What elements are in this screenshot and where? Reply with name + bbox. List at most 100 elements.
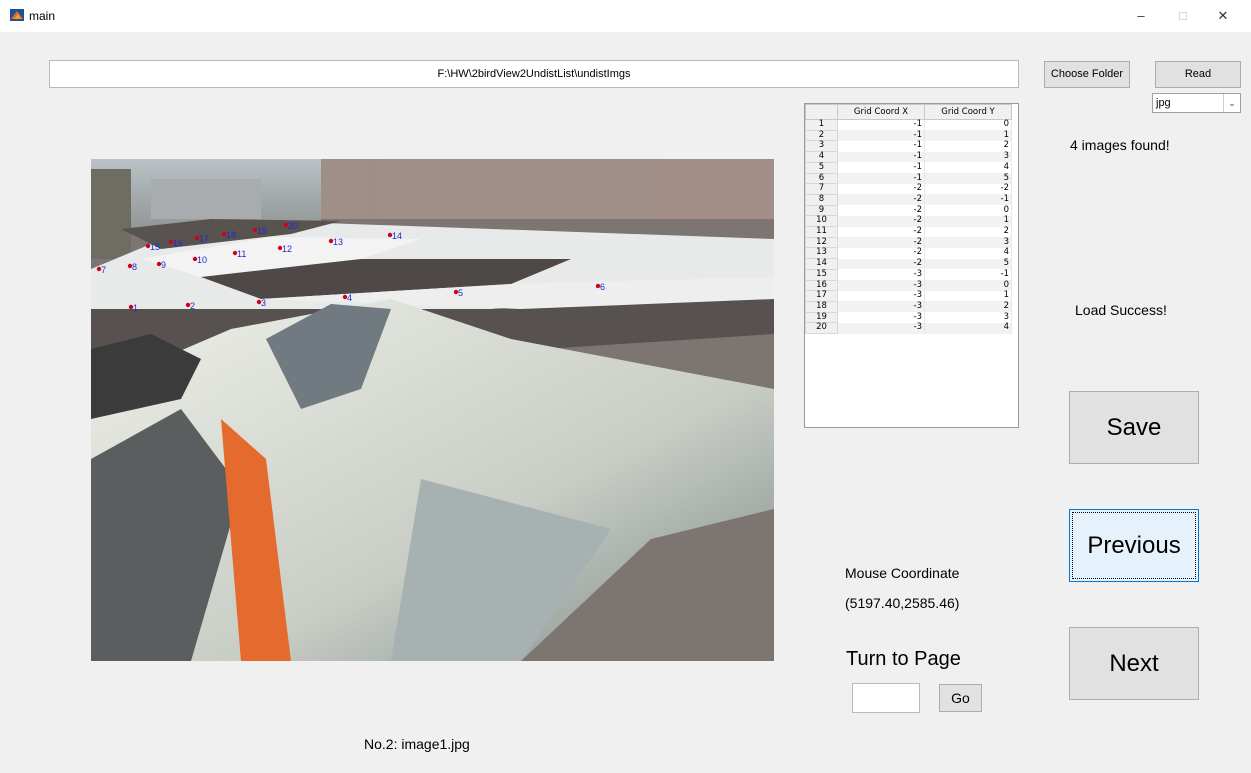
row-header[interactable]: 16 — [805, 279, 838, 292]
cell-grid-x[interactable]: -1 — [837, 162, 925, 174]
table-row[interactable]: 6 -1 5 — [805, 172, 1012, 185]
row-header[interactable]: 20 — [805, 322, 838, 335]
table-row[interactable]: 5 -1 4 — [805, 161, 1012, 174]
cell-grid-y[interactable]: 5 — [924, 173, 1012, 184]
choose-folder-button[interactable]: Choose Folder — [1044, 61, 1130, 88]
cell-grid-y[interactable]: 1 — [924, 291, 1012, 302]
cell-grid-x[interactable]: -2 — [837, 258, 925, 270]
table-row[interactable]: 14 -2 5 — [805, 258, 1012, 270]
table-row[interactable]: 8 -2 -1 — [805, 193, 1012, 206]
page-number-input[interactable] — [852, 683, 920, 713]
maximize-button[interactable]: □ — [1166, 4, 1200, 28]
table-row[interactable]: 17 -3 1 — [805, 290, 1012, 302]
cell-grid-x[interactable]: -3 — [837, 291, 925, 302]
cell-grid-y[interactable]: 4 — [924, 323, 1012, 334]
cell-grid-x[interactable]: -3 — [837, 280, 925, 291]
cell-grid-y[interactable]: -1 — [924, 194, 1012, 206]
cell-grid-y[interactable]: -2 — [924, 183, 1012, 195]
previous-button[interactable]: Previous — [1069, 509, 1199, 582]
cell-grid-x[interactable]: -2 — [837, 248, 925, 259]
close-button[interactable]: ✕ — [1206, 4, 1240, 28]
table-row[interactable]: 10 -2 1 — [805, 215, 1012, 228]
row-header[interactable]: 12 — [805, 236, 838, 249]
cell-grid-y[interactable]: 3 — [924, 151, 1012, 163]
table-row[interactable]: 2 -1 1 — [805, 129, 1012, 142]
table-row[interactable]: 19 -3 3 — [805, 311, 1012, 324]
cell-grid-y[interactable]: -1 — [924, 269, 1012, 281]
row-header[interactable]: 13 — [805, 247, 838, 260]
row-header[interactable]: 3 — [805, 140, 838, 153]
image-viewer[interactable]: 1 2 3 4 567 8 9 1011 12131415 16 17 18 19 20 — [91, 159, 774, 661]
cell-grid-x[interactable]: -2 — [837, 237, 925, 248]
next-button[interactable]: Next — [1069, 627, 1199, 700]
cell-grid-y[interactable]: 1 — [924, 130, 1012, 141]
cell-grid-x[interactable]: -2 — [837, 216, 925, 227]
row-header[interactable]: 1 — [805, 119, 838, 131]
row-header[interactable]: 18 — [805, 300, 838, 313]
cell-grid-y[interactable]: 1 — [924, 216, 1012, 227]
table-row[interactable]: 7 -2 -2 — [805, 183, 1012, 195]
cell-grid-x[interactable]: -2 — [837, 205, 925, 216]
cell-grid-y[interactable]: 0 — [924, 119, 1012, 131]
cell-grid-y[interactable]: 5 — [924, 258, 1012, 270]
corner-marker-label: 18 — [226, 230, 236, 240]
cell-grid-y[interactable]: 2 — [924, 301, 1012, 313]
table-row[interactable]: 16 -3 0 — [805, 279, 1012, 292]
image-caption: No.2: image1.jpg — [364, 736, 470, 752]
cell-grid-x[interactable]: -1 — [837, 151, 925, 163]
cell-grid-x[interactable]: -2 — [837, 226, 925, 238]
table-row[interactable]: 3 -1 2 — [805, 140, 1012, 153]
cell-grid-x[interactable]: -3 — [837, 301, 925, 313]
row-header[interactable]: 4 — [805, 151, 838, 163]
cell-grid-x[interactable]: -1 — [837, 130, 925, 141]
row-header[interactable]: 9 — [805, 204, 838, 217]
table-row[interactable]: 9 -2 0 — [805, 204, 1012, 217]
table-row[interactable]: 1 -1 0 — [805, 119, 1012, 131]
table-row[interactable]: 15 -3 -1 — [805, 268, 1012, 281]
chevron-down-icon[interactable]: ⌄ — [1223, 94, 1240, 112]
cell-grid-y[interactable]: 3 — [924, 312, 1012, 323]
row-header[interactable]: 7 — [805, 183, 838, 195]
cell-grid-x[interactable]: -2 — [837, 194, 925, 206]
go-button[interactable]: Go — [939, 684, 982, 712]
cell-grid-y[interactable]: 4 — [924, 248, 1012, 259]
column-header-grid-y[interactable]: Grid Coord Y — [924, 104, 1012, 120]
row-header[interactable]: 15 — [805, 268, 838, 281]
row-header[interactable]: 5 — [805, 161, 838, 174]
cell-grid-x[interactable]: -3 — [837, 323, 925, 334]
table-row[interactable]: 4 -1 3 — [805, 151, 1012, 163]
cell-grid-x[interactable]: -2 — [837, 183, 925, 195]
cell-grid-y[interactable]: 2 — [924, 226, 1012, 238]
row-header[interactable]: 8 — [805, 193, 838, 206]
cell-grid-y[interactable]: 2 — [924, 141, 1012, 152]
table-row[interactable]: 12 -2 3 — [805, 236, 1012, 249]
row-header[interactable]: 19 — [805, 311, 838, 324]
row-header[interactable]: 11 — [805, 226, 838, 238]
minimize-button[interactable]: – — [1124, 4, 1158, 28]
row-header[interactable]: 2 — [805, 129, 838, 142]
table-row[interactable]: 11 -2 2 — [805, 226, 1012, 238]
row-header[interactable]: 17 — [805, 290, 838, 302]
row-header[interactable]: 10 — [805, 215, 838, 228]
cell-grid-x[interactable]: -3 — [837, 269, 925, 281]
cell-grid-y[interactable]: 0 — [924, 205, 1012, 216]
format-dropdown-value: jpg — [1156, 97, 1171, 109]
folder-path-field[interactable]: F:\HW\2birdView2UndistList\undistImgs — [49, 60, 1019, 88]
grid-coord-table[interactable]: Grid Coord X Grid Coord Y 1 -1 0 2 -1 1 3 -1 2 4-… — [804, 103, 1019, 428]
format-dropdown[interactable]: jpg ⌄ — [1152, 93, 1241, 113]
cell-grid-y[interactable]: 0 — [924, 280, 1012, 291]
cell-grid-x[interactable]: -1 — [837, 173, 925, 184]
column-header-grid-x[interactable]: Grid Coord X — [837, 104, 925, 120]
table-row[interactable]: 20 -3 4 — [805, 322, 1012, 335]
cell-grid-x[interactable]: -3 — [837, 312, 925, 323]
row-header[interactable]: 6 — [805, 172, 838, 185]
cell-grid-y[interactable]: 4 — [924, 162, 1012, 174]
cell-grid-x[interactable]: -1 — [837, 141, 925, 152]
row-header[interactable]: 14 — [805, 258, 838, 270]
cell-grid-y[interactable]: 3 — [924, 237, 1012, 248]
table-row[interactable]: 13 -2 4 — [805, 247, 1012, 260]
save-button[interactable]: Save — [1069, 391, 1199, 464]
cell-grid-x[interactable]: -1 — [837, 119, 925, 131]
table-row[interactable]: 18 -3 2 — [805, 300, 1012, 313]
read-button[interactable]: Read — [1155, 61, 1241, 88]
